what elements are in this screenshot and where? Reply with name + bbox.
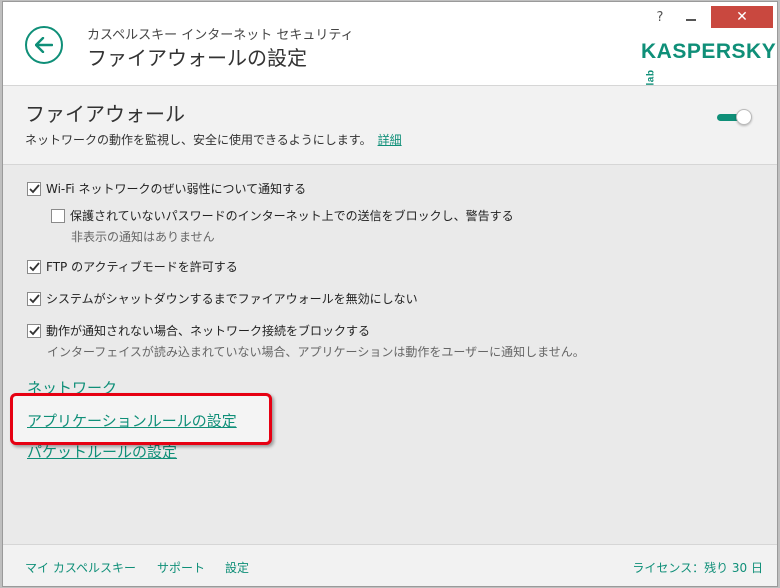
logo-text: KASPERSKY bbox=[641, 40, 777, 63]
logo-suffix: lab bbox=[645, 69, 657, 86]
settings-content: Wi-Fi ネットワークのぜい弱性について通知する 保護されていないパスワードの… bbox=[3, 165, 777, 544]
option-note: 非表示の通知はありません bbox=[71, 230, 215, 244]
checkbox-block-network[interactable] bbox=[27, 324, 41, 338]
page-title: ファイアウォールの設定 bbox=[87, 46, 307, 70]
option-label: 保護されていないパスワードのインターネット上での送信をブロックし、警告する bbox=[70, 209, 514, 223]
checkbox-password-block[interactable] bbox=[51, 209, 65, 223]
minimize-button[interactable] bbox=[681, 8, 703, 24]
settings-link[interactable]: 設定 bbox=[225, 559, 249, 576]
app-name: カスペルスキー インターネット セキュリティ bbox=[87, 28, 354, 43]
firewall-toggle[interactable] bbox=[717, 109, 753, 125]
toggle-knob bbox=[736, 109, 752, 125]
my-kaspersky-link[interactable]: マイ カスペルスキー bbox=[25, 559, 136, 576]
checkbox-keep-firewall[interactable] bbox=[27, 292, 41, 306]
firewall-section: ファイアウォール ネットワークの動作を監視し、安全に使用できるようにします。 詳細 bbox=[3, 86, 777, 165]
option-note: インターフェイスが読み込まれていない場合、アプリケーションは動作をユーザーに通知… bbox=[47, 345, 585, 359]
option-password-block[interactable]: 保護されていないパスワードのインターネット上での送信をブロックし、警告する bbox=[51, 208, 514, 224]
close-button[interactable]: ✕ bbox=[711, 6, 773, 28]
kaspersky-logo: KASPERSKY lab bbox=[641, 40, 777, 88]
checkmark-icon bbox=[28, 262, 40, 272]
checkmark-icon bbox=[28, 294, 40, 304]
option-label: FTP のアクティブモードを許可する bbox=[46, 260, 238, 274]
option-label: システムがシャットダウンするまでファイアウォールを無効にしない bbox=[46, 292, 418, 306]
section-title: ファイアウォール bbox=[25, 102, 185, 126]
help-button[interactable]: ? bbox=[653, 10, 667, 25]
section-description: ネットワークの動作を監視し、安全に使用できるようにします。 詳細 bbox=[25, 131, 402, 148]
back-button[interactable] bbox=[25, 26, 63, 64]
app-rules-link[interactable]: アプリケーションルールの設定 bbox=[27, 410, 237, 431]
option-wifi-vulnerability[interactable]: Wi-Fi ネットワークのぜい弱性について通知する bbox=[27, 181, 306, 197]
checkmark-icon bbox=[28, 184, 40, 194]
option-block-network[interactable]: 動作が通知されない場合、ネットワーク接続をブロックする bbox=[27, 323, 370, 339]
checkbox-wifi-vulnerability[interactable] bbox=[27, 182, 41, 196]
footer: マイ カスペルスキー サポート 設定 ライセンス：残り 30 日 bbox=[3, 544, 777, 586]
arrow-left-icon bbox=[35, 37, 53, 53]
app-window: カスペルスキー インターネット セキュリティ ファイアウォールの設定 ? ✕ K… bbox=[2, 1, 778, 587]
support-link[interactable]: サポート bbox=[157, 559, 205, 576]
option-keep-firewall[interactable]: システムがシャットダウンするまでファイアウォールを無効にしない bbox=[27, 291, 418, 307]
option-label: Wi-Fi ネットワークのぜい弱性について通知する bbox=[46, 182, 307, 196]
details-link[interactable]: 詳細 bbox=[378, 133, 402, 147]
checkbox-ftp-active[interactable] bbox=[27, 260, 41, 274]
checkmark-icon bbox=[28, 326, 40, 336]
license-status[interactable]: ライセンス：残り 30 日 bbox=[632, 559, 763, 576]
minimize-icon bbox=[686, 19, 696, 21]
header: カスペルスキー インターネット セキュリティ ファイアウォールの設定 ? ✕ K… bbox=[3, 2, 777, 86]
description-text: ネットワークの動作を監視し、安全に使用できるようにします。 bbox=[25, 133, 372, 147]
option-ftp-active[interactable]: FTP のアクティブモードを許可する bbox=[27, 259, 238, 275]
option-label: 動作が通知されない場合、ネットワーク接続をブロックする bbox=[46, 324, 371, 338]
